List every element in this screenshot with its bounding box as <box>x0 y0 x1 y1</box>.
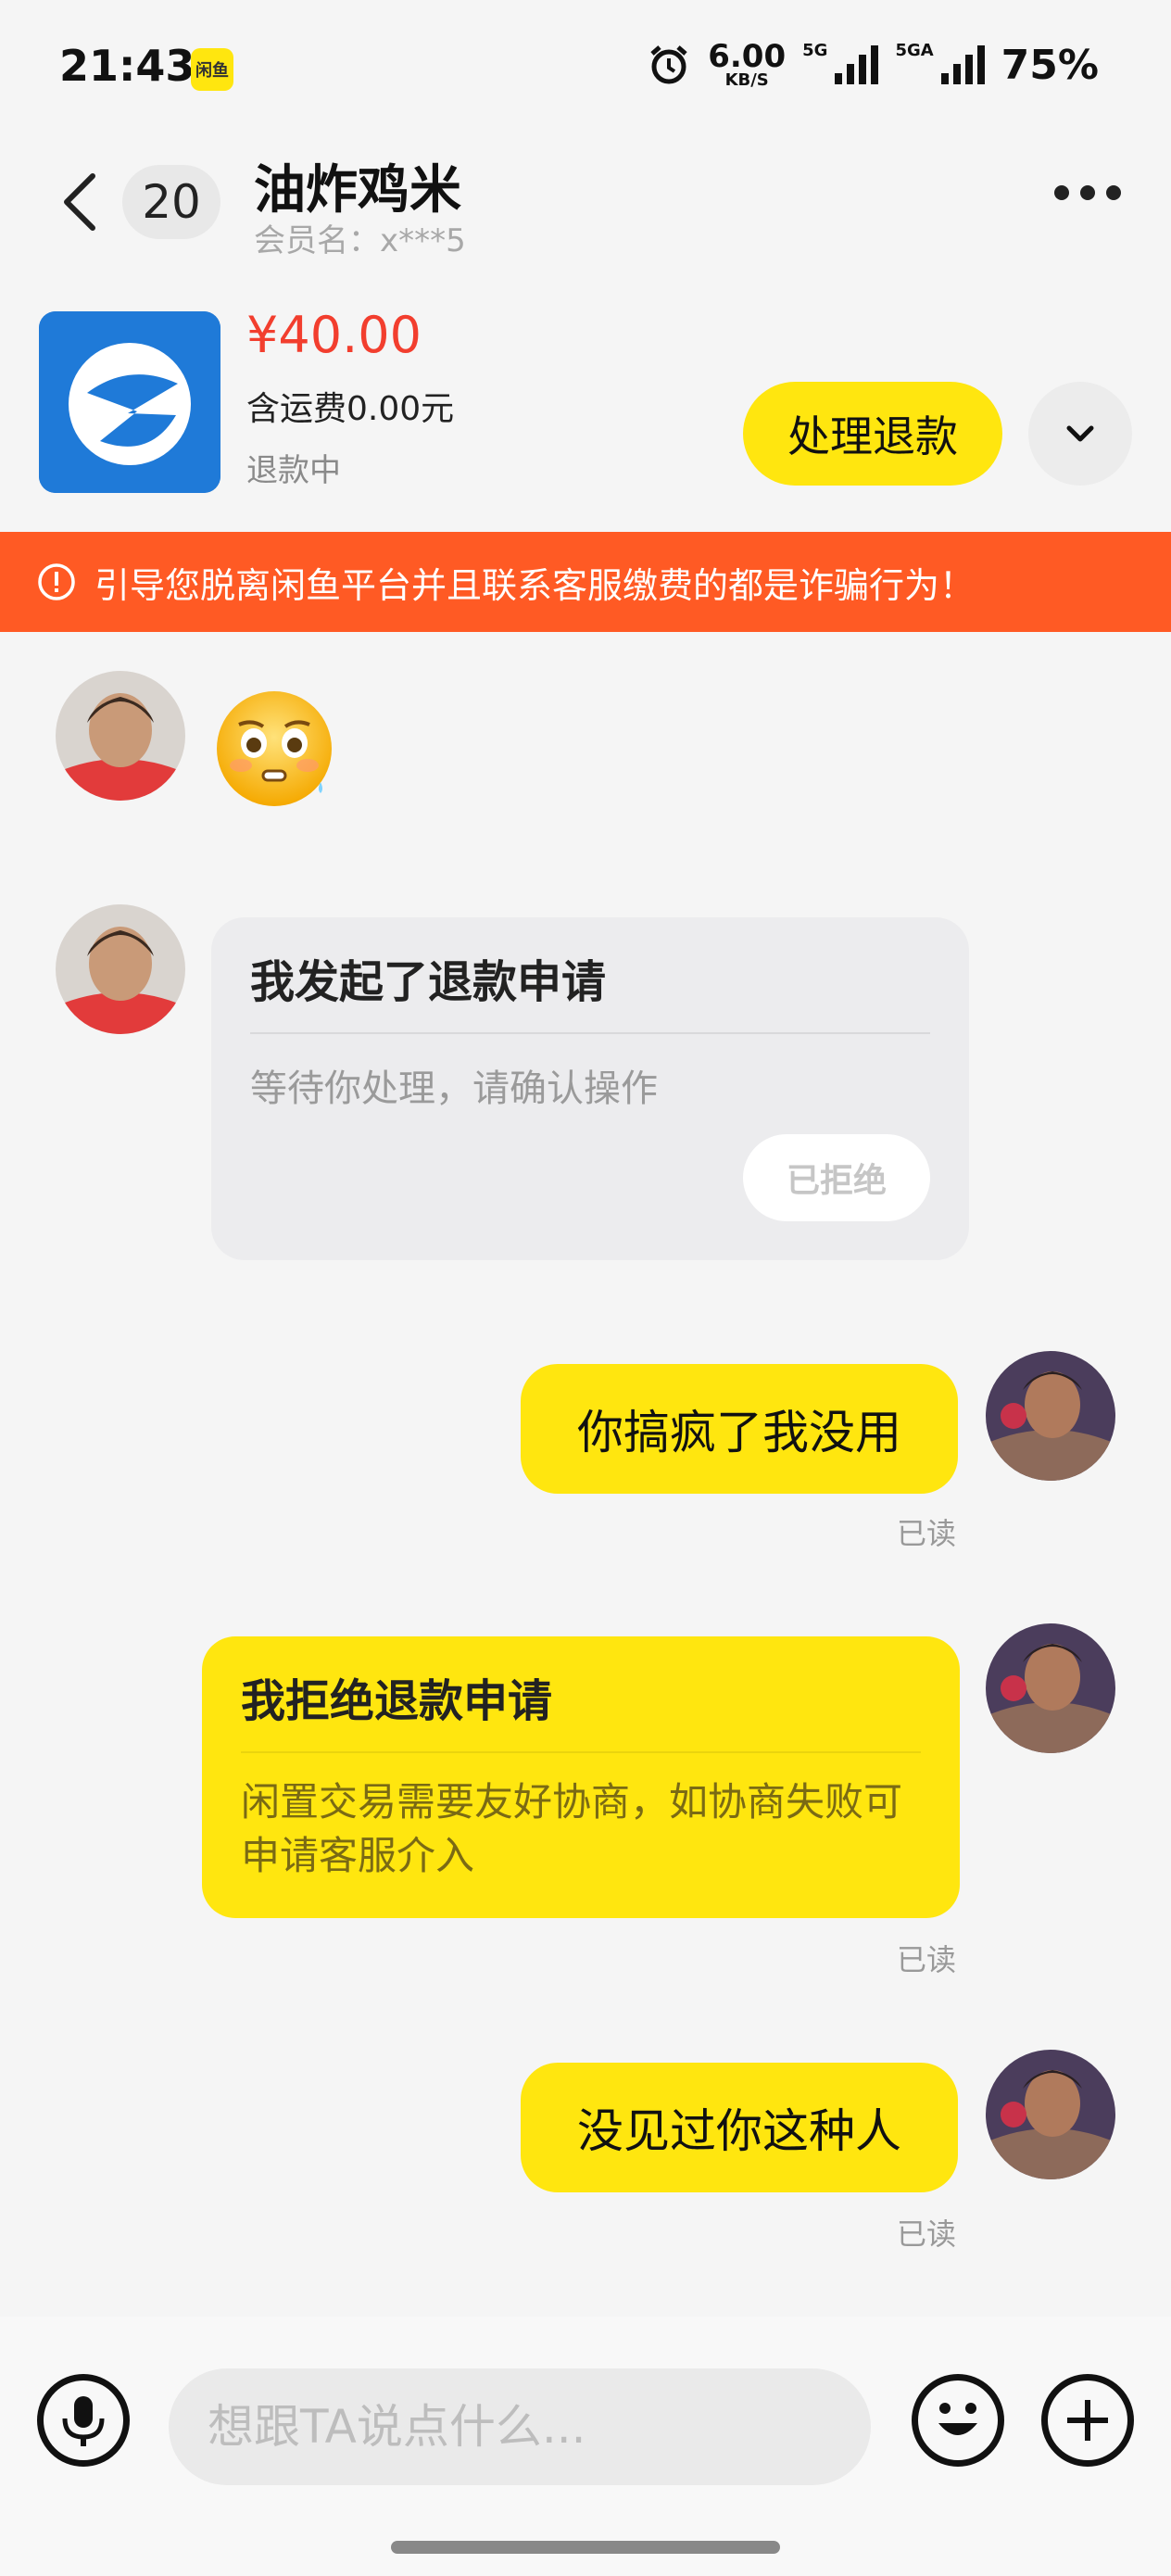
seller-avatar[interactable] <box>986 2050 1115 2179</box>
message-bubble[interactable]: 你搞疯了我没用 <box>521 1364 958 1494</box>
refund-request-card[interactable]: 我发起了退款申请 等待你处理，请确认操作 已拒绝 <box>211 917 969 1260</box>
xianyu-app-icon: 闲鱼 <box>191 48 233 91</box>
product-logo-icon <box>39 311 220 493</box>
voice-input-button[interactable] <box>37 2374 130 2467</box>
reject-card-body: 闲置交易需要友好协商，如协商失败可申请客服介入 <box>241 1779 903 1878</box>
expand-order-button[interactable] <box>1028 382 1132 486</box>
buyer-avatar-image <box>56 904 185 1034</box>
shipping-fee: 含运费0.00元 <box>246 390 455 428</box>
home-indicator[interactable] <box>391 2541 780 2554</box>
more-actions-button[interactable] <box>1041 2374 1134 2467</box>
seller-avatar[interactable] <box>986 1623 1115 1753</box>
fraud-warning-banner: 引导您脱离闲鱼平台并且联系客服缴费的都是诈骗行为！ <box>0 532 1171 632</box>
plus-icon <box>1067 2400 1108 2441</box>
chevron-down-icon <box>1066 425 1094 442</box>
network-speed: 6.00 KB/S <box>708 41 786 89</box>
unread-count-badge[interactable]: 20 <box>122 165 220 239</box>
chevron-left-icon <box>64 173 95 231</box>
message-input[interactable] <box>169 2368 871 2485</box>
network-speed-unit: KB/S <box>724 70 769 90</box>
alarm-icon <box>650 45 687 84</box>
process-refund-button[interactable]: 处理退款 <box>743 382 1002 486</box>
divider <box>241 1751 921 1753</box>
buyer-avatar[interactable] <box>56 671 185 801</box>
smiley-icon <box>938 2403 977 2435</box>
warning-text: 引导您脱离闲鱼平台并且联系客服缴费的都是诈骗行为！ <box>94 564 976 606</box>
order-status: 退款中 <box>246 452 341 489</box>
seller-avatar-image <box>986 2050 1115 2179</box>
read-receipt: 已读 <box>897 2216 957 2252</box>
microphone-icon <box>62 2396 105 2446</box>
status-indicators: 6.00 KB/S 5G 5GA 75% <box>647 41 1099 89</box>
more-options-icon[interactable] <box>1054 185 1121 200</box>
emoji-message <box>211 686 337 815</box>
status-time: 21:43 <box>59 41 195 91</box>
seller-avatar[interactable] <box>986 1351 1115 1481</box>
signal-icon-2 <box>940 45 985 84</box>
back-button[interactable] <box>52 165 107 239</box>
reject-refund-card[interactable]: 我拒绝退款申请 闲置交易需要友好协商，如协商失败可申请客服介入 <box>202 1636 960 1918</box>
seller-avatar-image <box>986 1623 1115 1753</box>
message-bubble[interactable]: 没见过你这种人 <box>521 2063 958 2192</box>
signal-icon-1 <box>835 45 879 84</box>
network-type-2: 5GA <box>895 41 934 60</box>
reject-card-title: 我拒绝退款申请 <box>241 1675 553 1727</box>
read-receipt: 已读 <box>897 1516 957 1551</box>
seller-avatar-image <box>986 1351 1115 1481</box>
refund-card-title: 我发起了退款申请 <box>250 956 607 1008</box>
buyer-avatar-image <box>56 671 185 801</box>
emoji-button[interactable] <box>912 2374 1004 2467</box>
chat-title: 油炸鸡米 <box>254 160 461 221</box>
product-thumbnail[interactable] <box>39 311 220 493</box>
buyer-avatar[interactable] <box>56 904 185 1034</box>
refund-card-body: 等待你处理，请确认操作 <box>250 1067 658 1110</box>
battery-level: 75% <box>1001 41 1099 89</box>
network-type-1: 5G <box>802 41 828 60</box>
warning-icon <box>38 563 75 600</box>
product-price: ¥40.00 <box>246 306 422 364</box>
read-receipt: 已读 <box>897 1942 957 1977</box>
flushed-face-emoji-icon <box>217 691 332 806</box>
network-speed-value: 6.00 <box>708 38 787 75</box>
member-name: 会员名：x***5 <box>254 222 466 259</box>
refund-rejected-status: 已拒绝 <box>743 1134 930 1221</box>
divider <box>250 1032 930 1034</box>
